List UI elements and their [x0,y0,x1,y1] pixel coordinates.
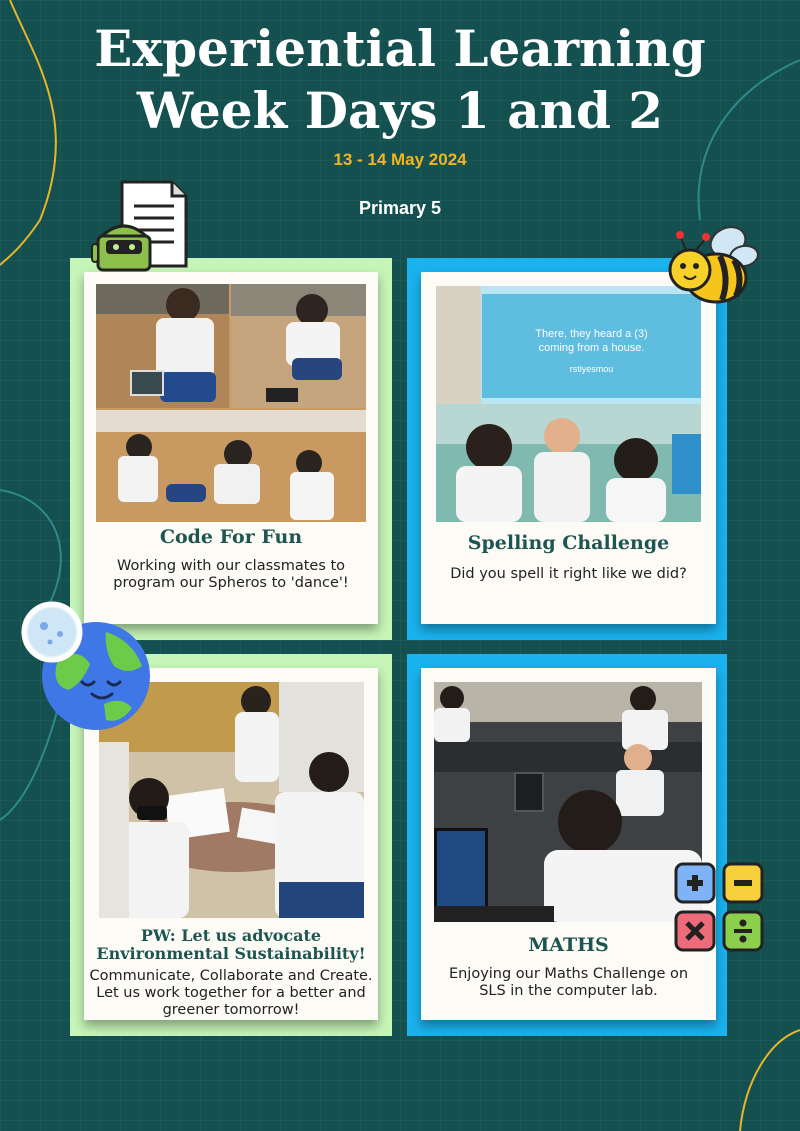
card-text-line-1: Did you spell it right like we did? [450,566,687,582]
photo-students-classroom [436,404,701,522]
bee-icon [668,226,759,304]
event-dates: 13 - 14 May 2024 [333,150,467,169]
slide-scrambled-word: rstiyesmou [569,364,614,374]
photo-projector-slide: There, they heard a (3) coming from a ho… [436,286,701,404]
card-title-line-2: Environmental Sustainability! [96,944,366,963]
card-text-line-1: Enjoying our Maths Challenge on [448,966,689,982]
math-operators-icon [674,862,764,952]
card-text-line-3: greener tomorrow! [162,1002,300,1018]
slide-text-line-1: There, they heard a (3) [535,328,648,340]
photo-collage-spheros [96,284,366,522]
card-title-spelling-challenge: Spelling Challenge [467,532,670,554]
card-text-line-2: Let us work together for a better and [96,985,366,1001]
document-robot-icon [91,180,188,272]
page-title-line-2: Week Days 1 and 2 [136,81,664,140]
card-text-line-2: SLS in the computer lab. [479,983,658,999]
photo-computer-lab [434,682,702,922]
earth-icon [21,601,150,730]
card-title-code-for-fun: Code For Fun [159,526,303,548]
card-text-line-1: Working with our classmates to [116,558,346,574]
card-spelling-challenge: There, they heard a (3) coming from a ho… [421,272,716,624]
card-title-line-1: PW: Let us advocate [140,926,322,945]
card-code-for-fun: Code For Fun Working with our classmates… [84,272,378,624]
card-text-line-2: program our Spheros to 'dance'! [113,575,349,591]
card-maths: MATHS Enjoying our Maths Challenge on SL… [421,668,716,1020]
page-title-line-1: Experiential Learning [94,19,706,78]
card-text-line-1: Communicate, Collaborate and Create. [89,968,373,984]
slide-text-line-2: coming from a house. [538,342,645,354]
